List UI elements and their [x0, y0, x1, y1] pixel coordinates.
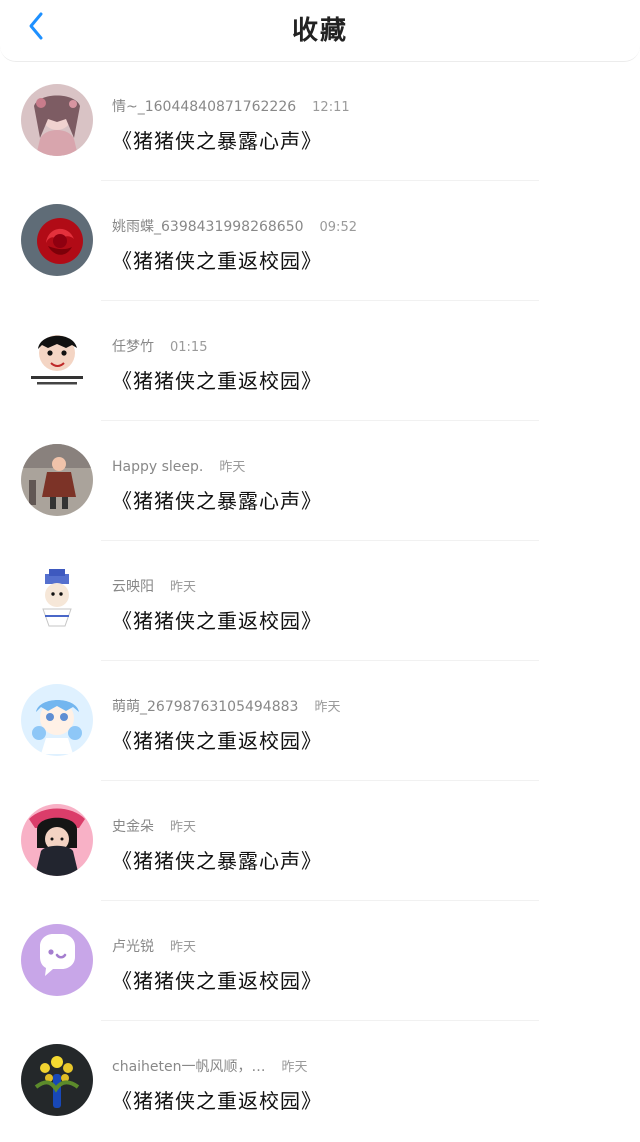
favorites-list: 情~_16044840871762226 12:11 《猪猪侠之暴露心声》 姚雨…	[0, 62, 640, 1142]
list-item[interactable]: 史金朵 昨天 《猪猪侠之暴露心声》	[0, 782, 640, 902]
timestamp: 昨天	[219, 460, 246, 475]
favorite-content: 《猪猪侠之重返校园》	[112, 369, 322, 393]
item-meta: Happy sleep. 昨天	[112, 456, 245, 475]
list-item[interactable]: Happy sleep. 昨天 《猪猪侠之暴露心声》	[0, 422, 640, 542]
avatar	[21, 204, 93, 276]
divider	[101, 780, 539, 781]
divider	[101, 660, 539, 661]
timestamp: 昨天	[170, 940, 197, 955]
item-meta: 史金朵 昨天	[112, 816, 196, 836]
item-meta: 姚雨蝶_6398431998268650 09:52	[112, 216, 357, 236]
favorite-content: 《猪猪侠之重返校园》	[112, 1089, 322, 1113]
sender-name: 史金朵	[112, 819, 154, 835]
timestamp: 昨天	[281, 1060, 308, 1075]
favorite-content: 《猪猪侠之重返校园》	[112, 729, 322, 753]
avatar	[21, 924, 93, 996]
favorite-content: 《猪猪侠之暴露心声》	[112, 849, 322, 873]
sender-name: 情~_16044840871762226	[112, 99, 297, 115]
timestamp: 昨天	[314, 700, 341, 715]
list-item[interactable]: chaiheten一帆风顺，… 昨天 《猪猪侠之重返校园》	[0, 1022, 640, 1142]
item-meta: 云映阳 昨天	[112, 576, 196, 596]
list-item[interactable]: 云映阳 昨天 《猪猪侠之重返校园》	[0, 542, 640, 662]
sender-name: 任梦竹	[112, 339, 154, 355]
favorite-content: 《猪猪侠之暴露心声》	[112, 489, 322, 513]
avatar	[21, 324, 93, 396]
list-item[interactable]: 萌萌_2679876310549​4883 昨天 《猪猪侠之重返校园》	[0, 662, 640, 782]
item-meta: 萌萌_2679876310549​4883 昨天	[112, 696, 340, 716]
list-item[interactable]: 卢光锐 昨天 《猪猪侠之重返校园》	[0, 902, 640, 1022]
timestamp: 01:15	[170, 340, 208, 355]
timestamp: 昨天	[170, 820, 197, 835]
item-meta: 卢光锐 昨天	[112, 936, 196, 956]
favorite-content: 《猪猪侠之重返校园》	[112, 249, 322, 273]
item-meta: 任梦竹 01:15	[112, 336, 207, 356]
divider	[101, 420, 539, 421]
item-meta: 情~_16044840871762226 12:11	[112, 96, 350, 116]
list-item[interactable]: 情~_16044840871762226 12:11 《猪猪侠之暴露心声》	[0, 62, 640, 182]
favorite-content: 《猪猪侠之重返校园》	[112, 969, 322, 993]
item-meta: chaiheten一帆风顺，… 昨天	[112, 1056, 308, 1076]
divider	[101, 300, 539, 301]
sender-name: 萌萌_2679876310549​4883	[112, 699, 299, 715]
sender-name: 姚雨蝶_6398431998268650	[112, 219, 304, 235]
avatar	[21, 1044, 93, 1116]
list-item[interactable]: 任梦竹 01:15 《猪猪侠之重返校园》	[0, 302, 640, 422]
timestamp: 昨天	[170, 580, 197, 595]
divider	[101, 180, 539, 181]
timestamp: 09:52	[319, 220, 357, 235]
timestamp: 12:11	[312, 100, 350, 115]
sender-name: Happy sleep.	[112, 459, 204, 475]
avatar	[21, 804, 93, 876]
avatar	[21, 564, 93, 636]
top-bar: 收藏	[0, 0, 640, 62]
sender-name: chaiheten一帆风顺，…	[112, 1059, 266, 1075]
avatar	[21, 84, 93, 156]
divider	[101, 1020, 539, 1021]
sender-name: 卢光锐	[112, 939, 154, 955]
avatar	[21, 684, 93, 756]
page-title: 收藏	[291, 16, 348, 46]
avatar	[21, 444, 93, 516]
favorite-content: 《猪猪侠之重返校园》	[112, 609, 322, 633]
list-item[interactable]: 姚雨蝶_6398431998268650 09:52 《猪猪侠之重返校园》	[0, 182, 640, 302]
sender-name: 云映阳	[112, 579, 154, 595]
divider	[101, 900, 539, 901]
favorite-content: 《猪猪侠之暴露心声》	[112, 129, 322, 153]
divider	[101, 540, 539, 541]
